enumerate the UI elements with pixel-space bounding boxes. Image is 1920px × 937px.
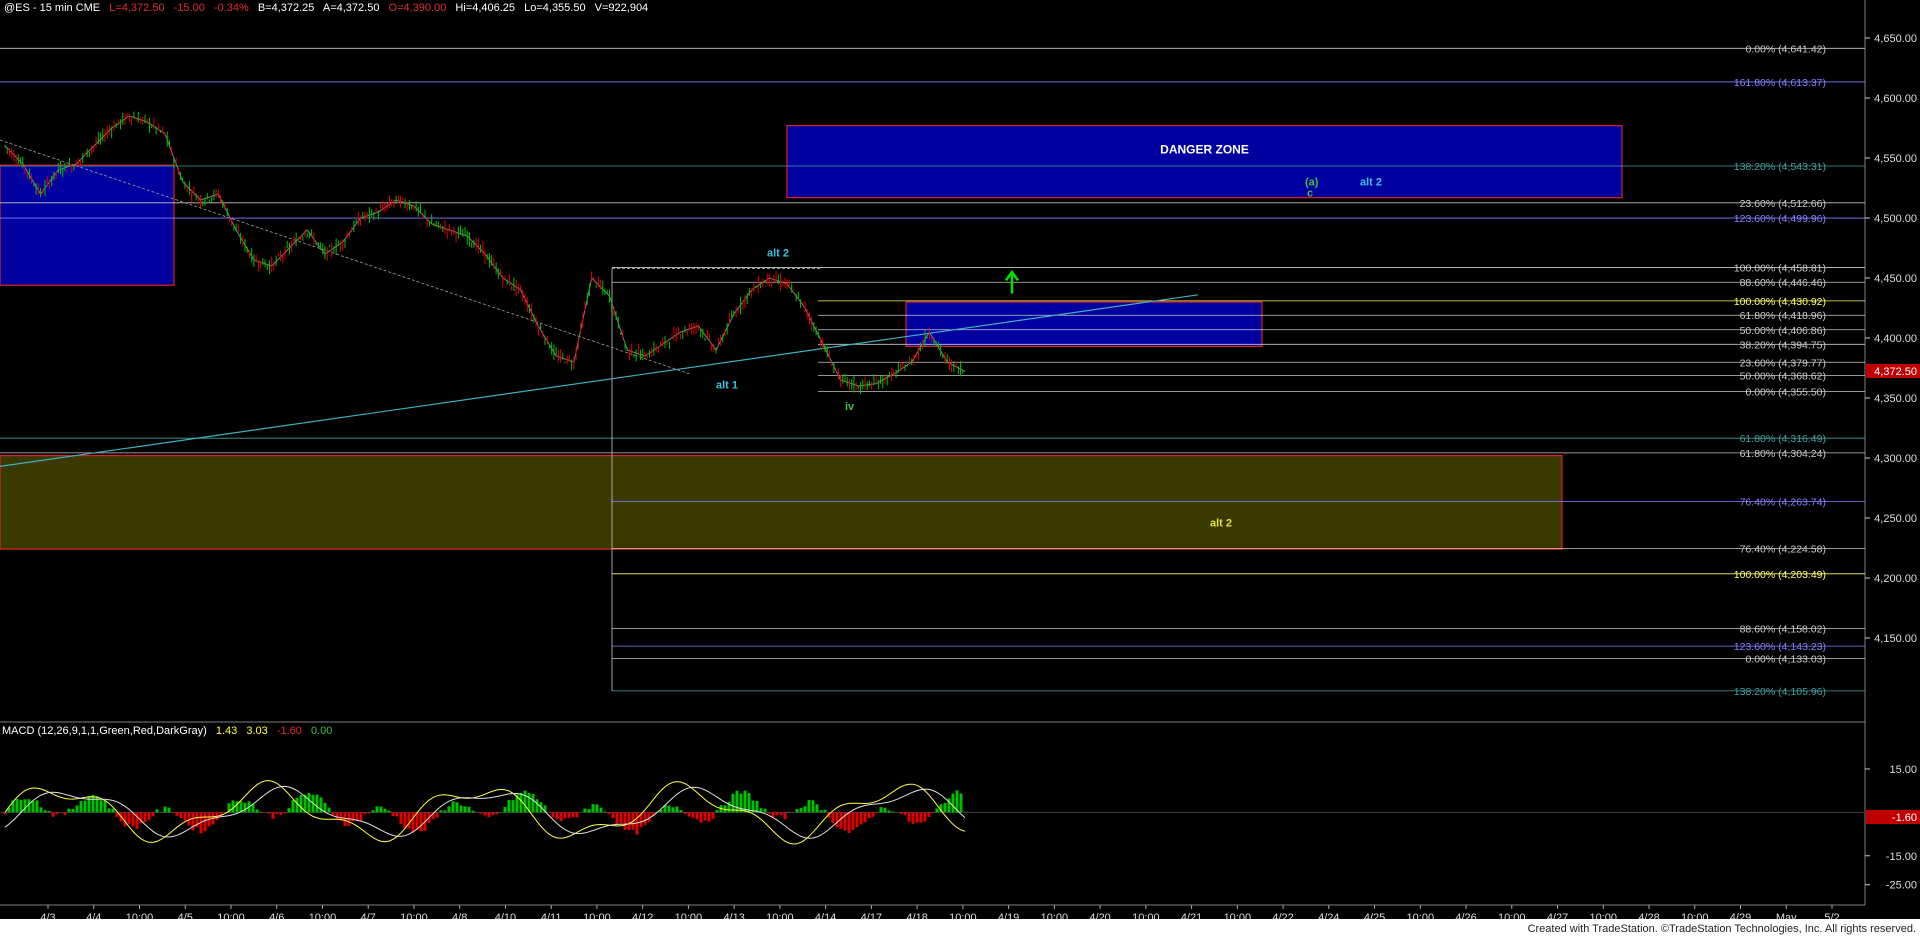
y-tick-label: 4,450.00	[1874, 273, 1917, 285]
fib-level-label: 23.60% (4,379.77)	[1740, 357, 1826, 369]
y-tick-label: 4,300.00	[1874, 453, 1917, 465]
y-tick-label: 4,400.00	[1874, 333, 1917, 345]
wave-label: c	[1307, 187, 1313, 199]
symbol-label: @ES - 15 min CME	[4, 2, 101, 14]
y-tick-label: 4,650.00	[1874, 33, 1917, 45]
fib-level-label: 76.40% (4,224.58)	[1740, 544, 1826, 556]
zone-left-blue	[0, 164, 175, 286]
macd-y-tick-label: 15.00	[1889, 764, 1917, 776]
fib-level-label: 123.60% (4,143.23)	[1734, 641, 1826, 653]
macd-y-tick-label: -15.00	[1886, 851, 1917, 863]
wave-label: alt 2	[1210, 517, 1232, 529]
macd-value-4: 0.00	[310, 725, 333, 737]
y-tick-label: 4,200.00	[1874, 573, 1917, 585]
fib-level-label: 0.00% (4,641.42)	[1745, 43, 1826, 55]
fib-level-label: 138.20% (4,543.31)	[1734, 161, 1826, 173]
fib-level-label: 88.60% (4,446.46)	[1740, 277, 1826, 289]
fib-level-label: 0.00% (4,133.03)	[1745, 653, 1826, 665]
fib-level-label: 61.80% (4,418.96)	[1740, 310, 1826, 322]
fib-level-label: 123.60% (4,499.96)	[1734, 213, 1826, 225]
fib-level-label: 138.20% (4,105.96)	[1734, 686, 1826, 698]
zone-danger	[786, 124, 1623, 199]
y-tick-label: 4,600.00	[1874, 93, 1917, 105]
macd-label: MACD (12,26,9,1,1,Green,Red,DarkGray)	[2, 725, 207, 737]
y-tick-label: 4,500.00	[1874, 213, 1917, 225]
fib-level-label: 61.80% (4,316.49)	[1740, 433, 1826, 445]
fib-level-label: 61.80% (4,304.24)	[1740, 448, 1826, 460]
macd-value-3: -1.60	[276, 725, 302, 737]
wave-label: alt 2	[767, 247, 789, 259]
fib-level-label: 100.00% (4,458.81)	[1734, 262, 1826, 274]
fib-level-label: 0.00% (4,355.50)	[1745, 386, 1826, 398]
chart-header: @ES - 15 min CME L=4,372.50 -15.00 -0.34…	[4, 2, 654, 14]
open-price: O=4,390.00	[388, 2, 447, 14]
ask-price: A=4,372.50	[322, 2, 380, 14]
macd-y-tick-label: -25.00	[1886, 880, 1917, 892]
fib-level-label: 100.00% (4,203.49)	[1734, 569, 1826, 581]
zone-olive	[0, 455, 1563, 550]
low-price: Lo=4,355.50	[524, 2, 586, 14]
fib-level-label: 23.60% (4,512.66)	[1740, 198, 1826, 210]
change-pct: -0.34%	[213, 2, 249, 14]
copyright-footer: Created with TradeStation. ©TradeStation…	[1527, 923, 1916, 935]
fib-level-label: 50.00% (4,368.62)	[1740, 371, 1826, 383]
macd-value-2: 3.03	[246, 725, 268, 737]
bid-price: B=4,372.25	[257, 2, 315, 14]
fib-level-label: 161.80% (4,613.37)	[1734, 77, 1826, 89]
fib-level-label: 76.40% (4,263.74)	[1740, 497, 1826, 509]
high-price: Hi=4,406.25	[455, 2, 516, 14]
current-price-label: 4,372.50	[1874, 366, 1917, 378]
macd-current-label: -1.60	[1892, 812, 1917, 824]
zone-mid-blue	[905, 301, 1263, 348]
last-price: L=4,372.50	[109, 2, 165, 14]
price-chart[interactable]: DANGER ZONE 0.00% (4,641.42) 161.80% (4,61…	[0, 0, 1920, 937]
macd-value-1: 1.43	[215, 725, 238, 737]
macd-header: MACD (12,26,9,1,1,Green,Red,DarkGray) 1.…	[2, 725, 338, 737]
volume-value: V=922,904	[594, 2, 649, 14]
fib-level-label: 88.60% (4,158.02)	[1740, 623, 1826, 635]
y-tick-label: 4,350.00	[1874, 393, 1917, 405]
wave-label: alt 2	[1360, 177, 1382, 189]
danger-zone-label: DANGER ZONE	[1160, 143, 1249, 157]
y-tick-label: 4,550.00	[1874, 153, 1917, 165]
fib-level-label: 100.00% (4,430.92)	[1734, 296, 1826, 308]
wave-label: alt 1	[716, 379, 738, 391]
fib-level-label: 50.00% (4,406.86)	[1740, 325, 1826, 337]
wave-label: iv	[845, 401, 855, 413]
y-tick-label: 4,150.00	[1874, 633, 1917, 645]
fib-level-label: 38.20% (4,394.75)	[1740, 339, 1826, 351]
y-tick-label: 4,250.00	[1874, 513, 1917, 525]
change-value: -15.00	[173, 2, 205, 14]
